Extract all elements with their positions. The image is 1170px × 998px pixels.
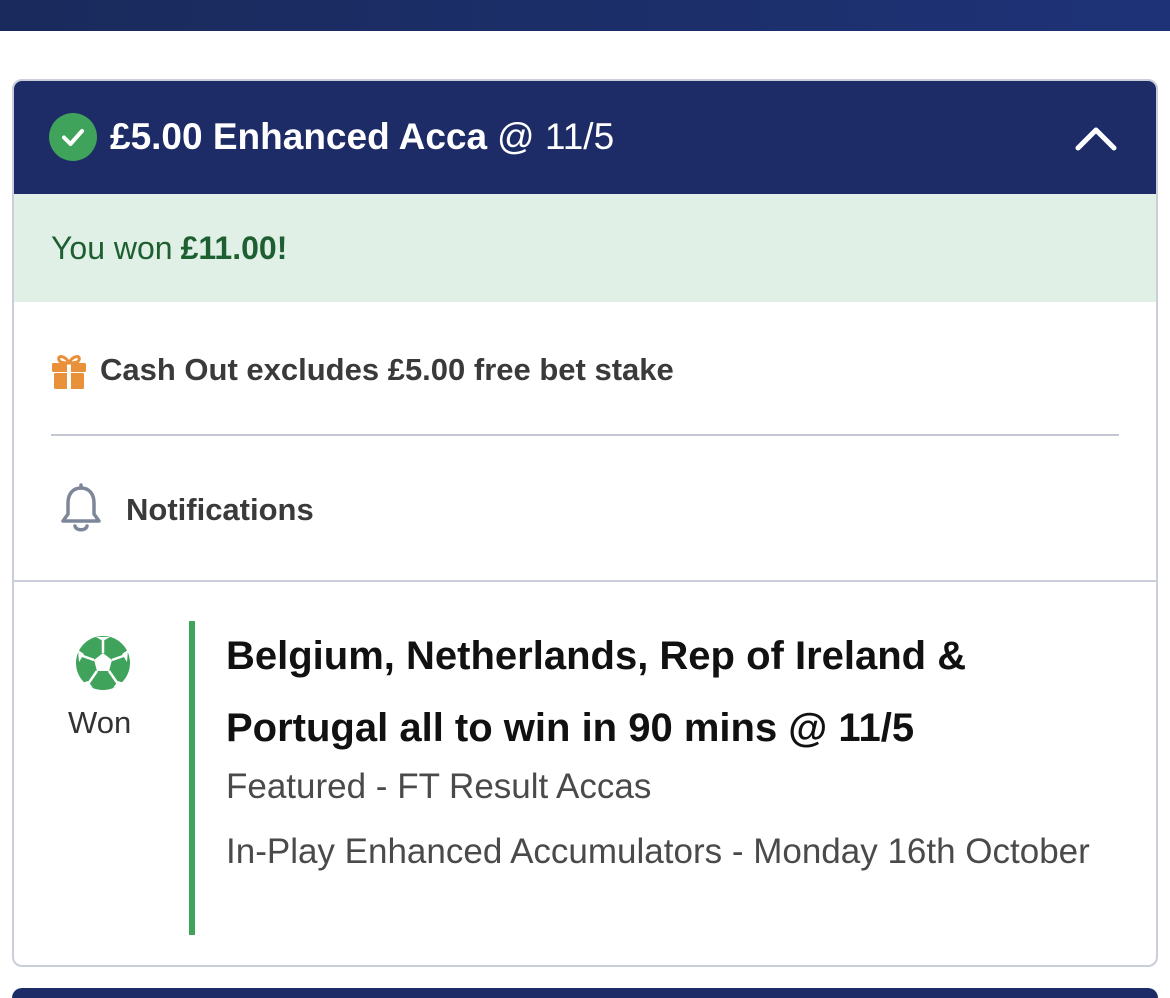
app-top-bar bbox=[0, 0, 1170, 31]
collapse-button[interactable] bbox=[1072, 118, 1120, 158]
gift-icon bbox=[52, 355, 86, 389]
bet-stake-type: £5.00 Enhanced Acca bbox=[110, 116, 488, 157]
bet-card: £5.00 Enhanced Acca @ 11/5 You won £11.00!… bbox=[12, 79, 1158, 967]
bet-card-header[interactable]: £5.00 Enhanced Acca @ 11/5 bbox=[14, 81, 1156, 194]
won-banner: You won £11.00! bbox=[14, 194, 1156, 302]
divider bbox=[51, 434, 1119, 436]
bell-icon bbox=[61, 483, 101, 532]
bet-odds: @ 11/5 bbox=[497, 116, 615, 157]
chevron-up-icon bbox=[1075, 127, 1117, 151]
football-icon bbox=[76, 636, 130, 690]
market-name: Featured - FT Result Accas bbox=[226, 767, 652, 806]
notifications-label: Notifications bbox=[126, 492, 314, 527]
won-prefix: You won bbox=[51, 230, 173, 266]
next-bet-card-edge bbox=[12, 988, 1158, 998]
won-message: You won £11.00! bbox=[51, 228, 287, 268]
won-amount: £11.00! bbox=[180, 230, 288, 266]
status-bar bbox=[189, 621, 195, 935]
event-name: In-Play Enhanced Accumulators - Monday 1… bbox=[226, 832, 1090, 871]
cashout-text: Cash Out excludes £5.00 free bet stake bbox=[100, 352, 674, 387]
leg-status: Won bbox=[68, 705, 132, 740]
notifications-toggle[interactable]: Notifications bbox=[58, 481, 458, 541]
selection-title: Belgium, Netherlands, Rep of Ireland & P… bbox=[226, 634, 967, 750]
selection-leg: Won Belgium, Netherlands, Rep of Ireland… bbox=[14, 582, 1156, 965]
check-circle-icon bbox=[49, 113, 97, 161]
bet-title: £5.00 Enhanced Acca @ 11/5 bbox=[110, 115, 614, 159]
